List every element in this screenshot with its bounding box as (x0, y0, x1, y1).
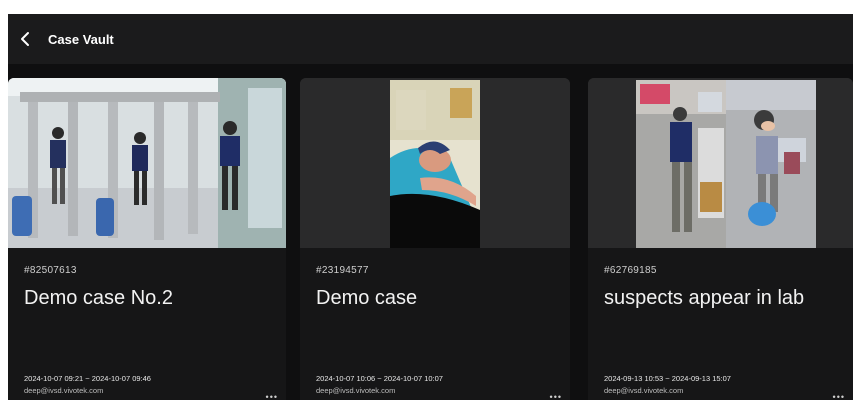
page-title: Case Vault (48, 31, 114, 47)
case-card[interactable]: #23194577 Demo case 2024-10-07 10:06 ~ 2… (300, 78, 570, 400)
thumbnail-image (300, 78, 570, 248)
case-thumbnail (588, 78, 853, 248)
case-name: Demo case No.2 (24, 287, 173, 309)
back-button[interactable] (14, 28, 36, 50)
case-card-list: #82507613 Demo case No.2 2024-10-07 09:2… (8, 78, 853, 400)
case-owner-email: deep@ivsd.vivotek.com (316, 386, 396, 395)
thumbnail-image (588, 78, 853, 248)
case-owner-email: deep@ivsd.vivotek.com (604, 386, 684, 395)
case-id: #82507613 (24, 265, 77, 276)
header-bar: Case Vault (8, 14, 853, 64)
case-thumbnail (300, 78, 570, 248)
chevron-left-icon (21, 32, 29, 46)
case-name: suspects appear in lab (604, 287, 805, 309)
more-horizontal-icon[interactable]: ••• (550, 392, 562, 400)
case-id: #23194577 (316, 265, 369, 276)
case-thumbnail (8, 78, 286, 248)
more-horizontal-icon[interactable]: ••• (266, 392, 278, 400)
case-time-range: 2024-09-13 10:53 ~ 2024-09-13 15:07 (604, 374, 731, 383)
case-name: Demo case (316, 287, 418, 309)
case-time-range: 2024-10-07 10:06 ~ 2024-10-07 10:07 (316, 374, 443, 383)
case-id: #62769185 (604, 265, 657, 276)
case-owner-email: deep@ivsd.vivotek.com (24, 386, 104, 395)
case-card[interactable]: #62769185 suspects appear in lab 2024-09… (588, 78, 853, 400)
more-horizontal-icon[interactable]: ••• (833, 392, 845, 400)
case-card[interactable]: #82507613 Demo case No.2 2024-10-07 09:2… (8, 78, 286, 400)
app-window: Case Vault #82507613 Demo case No.2 2024… (8, 14, 853, 400)
case-time-range: 2024-10-07 09:21 ~ 2024-10-07 09:46 (24, 374, 151, 383)
thumbnail-image (8, 78, 286, 248)
